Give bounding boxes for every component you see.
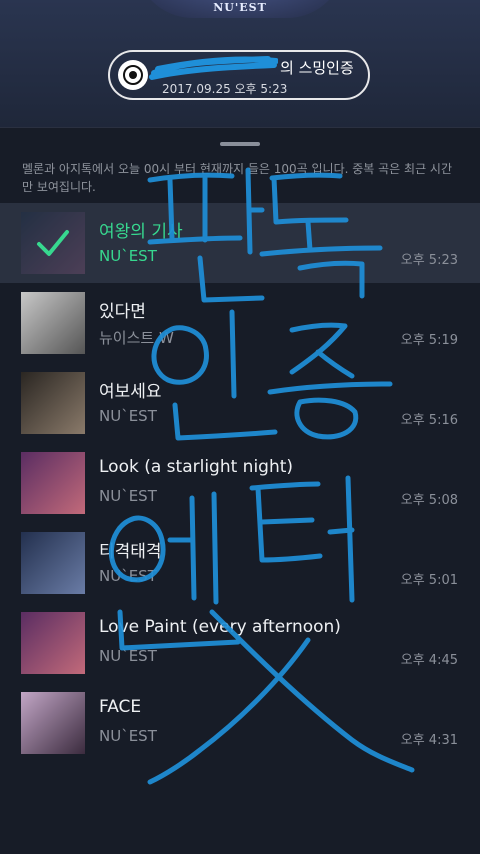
track-row[interactable]: 있다면뉴이스트 W 오후 5:19 (0, 283, 480, 363)
track-artist: NU`EST (99, 407, 157, 425)
play-time: 오후 5:08 (400, 493, 458, 508)
redaction-scribble (149, 56, 278, 80)
track-row[interactable]: FACE NU`EST 오후 4:31 (0, 683, 480, 763)
track-title: 있다면 (99, 302, 146, 322)
track-artist: NU`EST (99, 247, 157, 265)
album-thumbnail (21, 292, 85, 354)
track-row[interactable]: Look (a starlight night) NU`EST 오후 5:08 (0, 443, 480, 523)
play-time: 오후 4:45 (400, 653, 458, 668)
play-time: 오후 5:23 (400, 253, 458, 268)
track-title: Love Paint (every afternoon) (99, 617, 341, 637)
album-thumbnail (21, 532, 85, 594)
vinyl-record-icon (118, 60, 148, 90)
track-title: 여왕의 기사 (99, 222, 183, 242)
track-title: 티격태격 (99, 542, 162, 562)
album-thumbnail (21, 212, 85, 274)
track-row[interactable]: Love Paint (every afternoon) NU`EST 오후 4:4… (0, 603, 480, 683)
track-title: FACE (99, 697, 142, 717)
play-time: 오후 5:01 (400, 573, 458, 588)
badge-timestamp: 2017.09.25 오후 5:23 (162, 82, 288, 96)
album-thumbnail (21, 692, 85, 754)
badge-title: 의 스밍인증 (280, 59, 354, 77)
album-thumbnail (21, 372, 85, 434)
track-title: 여보세요 (99, 382, 162, 402)
track-artist: NU`EST (99, 647, 157, 665)
track-title: Look (a starlight night) (99, 457, 294, 477)
plays-notice: 멜론과 아지톡에서 오늘 00시 부터 현재까지 들은 100곡 입니다. 중복… (22, 162, 453, 194)
play-time: 오후 5:19 (400, 333, 458, 348)
sheet-drag-handle[interactable] (220, 142, 260, 146)
track-row[interactable]: 여보세요 NU`EST 오후 5:16 (0, 363, 480, 443)
track-row[interactable]: 티격태격 NU`EST 오후 5:01 (0, 523, 480, 603)
track-row[interactable]: 여왕의 기사 NU`EST 오후 5:23 (0, 203, 480, 283)
album-logo: NU'EST (213, 1, 267, 14)
play-time: 오후 5:16 (400, 413, 458, 428)
track-artist: NU`EST (99, 567, 157, 585)
album-thumbnail (21, 452, 85, 514)
play-time: 오후 4:31 (400, 733, 458, 748)
album-thumbnail (21, 612, 85, 674)
track-artist: NU`EST (99, 487, 157, 505)
track-artist: NU`EST (99, 727, 157, 745)
track-artist: 뉴이스트 W (99, 329, 174, 347)
checkmark-icon (21, 212, 85, 274)
